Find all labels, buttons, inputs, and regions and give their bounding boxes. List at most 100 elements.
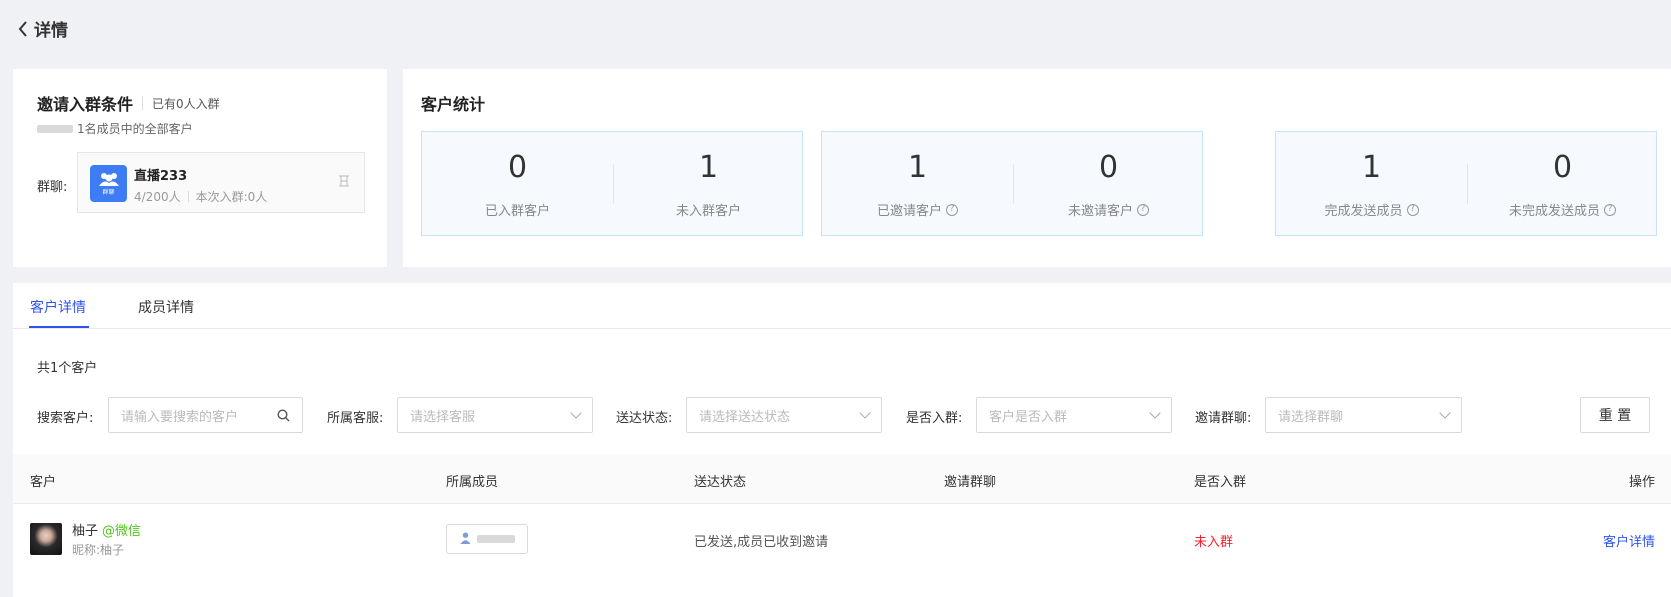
back-button[interactable]: 详情 bbox=[18, 16, 68, 41]
page-title: 详情 bbox=[34, 21, 68, 41]
stat-label: 未入群客户 bbox=[675, 204, 741, 219]
th-delivery: 送达状态 bbox=[694, 475, 747, 490]
member-tag[interactable] bbox=[446, 524, 528, 554]
stat-box-join: 0 已入群客户 1 未入群客户 bbox=[421, 131, 803, 236]
group-card: 群聊 直播233 4/200人 本次入群:0人 bbox=[77, 152, 365, 213]
divider bbox=[187, 191, 189, 202]
qrcode-icon[interactable] bbox=[338, 175, 350, 190]
delivery-select[interactable]: 请选择送达状态 bbox=[686, 397, 882, 433]
th-customer: 客户 bbox=[30, 475, 57, 490]
customer-search-placeholder: 请输入要搜索的客户 bbox=[121, 409, 239, 425]
group-users-icon bbox=[98, 172, 119, 186]
invite-condition-title: 邀请入群条件 bbox=[37, 95, 134, 114]
stat-box-invite: 1 已邀请客户? 0 未邀请客户? bbox=[821, 131, 1203, 236]
joined-note: 已有0人入群 bbox=[152, 96, 220, 111]
stat-value: 0 bbox=[1552, 150, 1573, 185]
chevron-down-icon bbox=[1439, 407, 1451, 419]
th-joined: 是否入群 bbox=[1194, 475, 1247, 490]
invite-condition-header: 邀请入群条件 已有0人入群 bbox=[37, 91, 220, 115]
scope-label: 1名成员中的全部客户 bbox=[77, 122, 193, 136]
active-tab-indicator bbox=[29, 326, 89, 328]
group-this-time: 本次入群:0人 bbox=[195, 190, 268, 204]
stat-label-wrap: 未入群客户 bbox=[613, 200, 804, 219]
stat-label: 已入群客户 bbox=[484, 204, 550, 219]
stat-unsent-members: 0 未完成发送成员? bbox=[1467, 132, 1658, 237]
group-meta: 4/200人 本次入群:0人 bbox=[134, 188, 267, 205]
stat-label: 未邀请客户 bbox=[1067, 204, 1133, 219]
th-invite-group: 邀请群聊 bbox=[944, 475, 997, 490]
stat-joined: 0 已入群客户 bbox=[422, 132, 613, 237]
stat-label-wrap: 完成发送成员? bbox=[1276, 200, 1467, 219]
stat-box-send: 1 完成发送成员? 0 未完成发送成员? bbox=[1275, 131, 1657, 236]
chevron-left-icon bbox=[18, 20, 27, 37]
joined-label: 是否入群: bbox=[906, 411, 963, 426]
customer-stats-panel: 客户统计 0 已入群客户 1 未入群客户 1 已邀请客户? 0 未邀请客户? 1… bbox=[403, 69, 1671, 267]
stat-label-wrap: 未完成发送成员? bbox=[1467, 200, 1658, 219]
invite-condition-panel: 邀请入群条件 已有0人入群 1名成员中的全部客户 群聊: 群聊 直播233 4/… bbox=[13, 69, 387, 267]
redacted-member-name bbox=[37, 124, 73, 133]
stat-invited: 1 已邀请客户? bbox=[822, 132, 1013, 237]
invite-group-select[interactable]: 请选择群聊 bbox=[1265, 397, 1462, 433]
customer-name: 柚子 bbox=[72, 524, 99, 539]
invite-group-placeholder: 请选择群聊 bbox=[1278, 409, 1344, 425]
stat-value: 1 bbox=[907, 150, 928, 185]
user-icon bbox=[460, 532, 471, 547]
reset-button[interactable]: 重 置 bbox=[1580, 397, 1650, 433]
scope-text: 1名成员中的全部客户 bbox=[37, 120, 193, 137]
table-header: 客户 所属成员 送达状态 邀请群聊 是否入群 操作 bbox=[13, 454, 1671, 504]
group-avatar: 群聊 bbox=[90, 165, 127, 202]
stat-label: 已邀请客户 bbox=[876, 204, 942, 219]
customer-search-input[interactable]: 请输入要搜索的客户 bbox=[108, 397, 303, 433]
stat-label-wrap: 未邀请客户? bbox=[1013, 200, 1204, 219]
help-icon[interactable]: ? bbox=[1137, 203, 1149, 216]
tab-bar: 客户详情 成员详情 bbox=[13, 283, 1671, 329]
group-label: 群聊: bbox=[37, 180, 68, 195]
stat-label: 完成发送成员 bbox=[1324, 204, 1403, 219]
stat-not-joined: 1 未入群客户 bbox=[613, 132, 804, 237]
joined-status: 未入群 bbox=[1194, 535, 1234, 550]
stat-value: 1 bbox=[698, 150, 719, 185]
stat-label-wrap: 已邀请客户? bbox=[822, 200, 1013, 219]
invite-group-label: 邀请群聊: bbox=[1195, 411, 1252, 426]
help-icon[interactable]: ? bbox=[946, 203, 958, 216]
stat-value: 1 bbox=[1361, 150, 1382, 185]
delivery-status: 已发送,成员已收到邀请 bbox=[694, 535, 829, 550]
chevron-down-icon bbox=[859, 407, 871, 419]
total-count: 共1个客户 bbox=[37, 361, 98, 376]
help-icon[interactable]: ? bbox=[1406, 203, 1419, 216]
chevron-down-icon bbox=[1149, 407, 1161, 419]
tab-member-detail[interactable]: 成员详情 bbox=[138, 297, 194, 317]
redacted-member-name bbox=[476, 535, 515, 543]
stat-value: 0 bbox=[507, 150, 528, 185]
th-member: 所属成员 bbox=[446, 475, 499, 490]
wechat-source: @微信 bbox=[102, 524, 142, 539]
help-icon[interactable]: ? bbox=[1604, 203, 1616, 216]
joined-select[interactable]: 客户是否入群 bbox=[976, 397, 1172, 433]
customer-detail-link[interactable]: 客户详情 bbox=[1603, 531, 1655, 550]
stat-value: 0 bbox=[1098, 150, 1119, 185]
delivery-placeholder: 请选择送达状态 bbox=[699, 409, 791, 425]
stats-title: 客户统计 bbox=[421, 95, 486, 114]
group-name: 直播233 bbox=[134, 169, 188, 184]
chevron-down-icon bbox=[570, 407, 582, 419]
tab-customer-detail[interactable]: 客户详情 bbox=[30, 297, 86, 317]
group-capacity: 4/200人 bbox=[134, 190, 181, 204]
customer-search-label: 搜索客户: bbox=[37, 411, 94, 426]
divider bbox=[142, 96, 144, 110]
stat-label-wrap: 已入群客户 bbox=[422, 200, 613, 219]
detail-panel: 客户详情 成员详情 共1个客户 搜索客户: 请输入要搜索的客户 所属客服: 请选… bbox=[13, 283, 1671, 597]
stat-sent-members: 1 完成发送成员? bbox=[1276, 132, 1467, 237]
service-label: 所属客服: bbox=[327, 411, 384, 426]
customer-avatar bbox=[30, 523, 62, 555]
stat-label: 未完成发送成员 bbox=[1508, 204, 1600, 219]
service-placeholder: 请选择客服 bbox=[410, 409, 476, 425]
customer-name-line: 柚子 @微信 bbox=[72, 520, 141, 539]
delivery-label: 送达状态: bbox=[616, 411, 673, 426]
customer-nickname: 昵称:柚子 bbox=[72, 543, 125, 557]
th-action: 操作 bbox=[1628, 475, 1655, 490]
service-select[interactable]: 请选择客服 bbox=[397, 397, 593, 433]
group-avatar-text: 群聊 bbox=[102, 188, 115, 196]
joined-placeholder: 客户是否入群 bbox=[989, 409, 1068, 425]
search-icon[interactable] bbox=[277, 408, 290, 422]
stat-not-invited: 0 未邀请客户? bbox=[1013, 132, 1204, 237]
